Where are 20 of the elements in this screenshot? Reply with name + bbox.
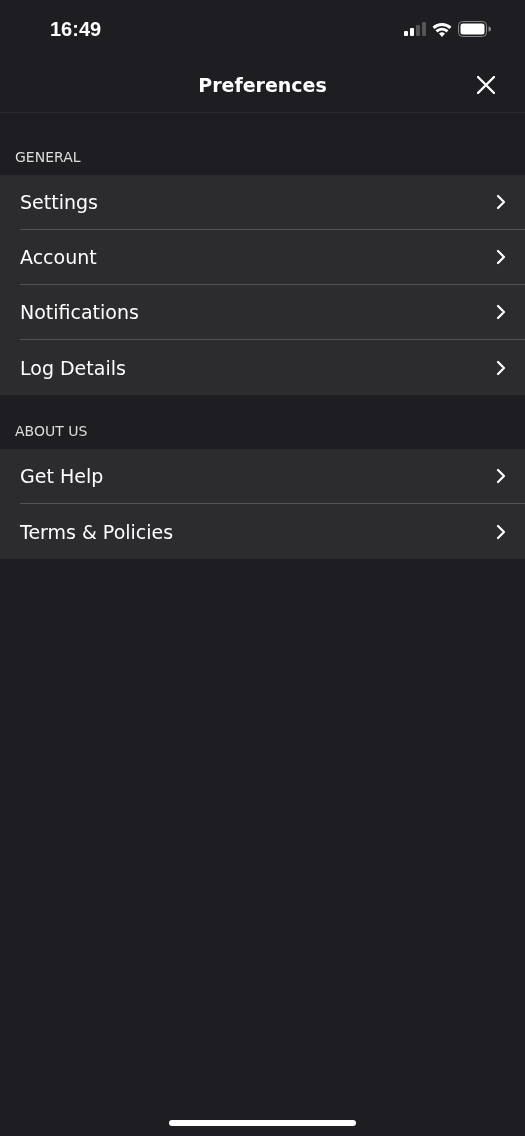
menu-item[interactable]: Notifications	[20, 285, 525, 340]
wifi-icon	[432, 21, 452, 37]
section-header: ABOUT US	[14, 423, 89, 441]
menu-item[interactable]: Account	[20, 230, 525, 285]
status-time: 16:49	[50, 17, 102, 41]
menu-item[interactable]: Settings	[20, 175, 525, 230]
battery-icon	[458, 21, 491, 37]
chevron-icon	[496, 194, 506, 210]
chevron-icon	[496, 468, 506, 484]
section-header: GENERAL	[14, 149, 82, 167]
menu-item[interactable]: Terms & Policies	[20, 504, 525, 559]
chevron-icon	[496, 359, 506, 376]
screen-title: Preferences	[198, 74, 327, 96]
menu-item[interactable]: Log Details	[20, 340, 525, 395]
signal-icon	[404, 22, 426, 36]
menu-item[interactable]: Get Help	[20, 449, 525, 504]
close-icon[interactable]	[477, 76, 495, 94]
chevron-icon	[496, 249, 506, 265]
chevron-icon	[496, 523, 506, 540]
chevron-icon	[496, 304, 506, 320]
